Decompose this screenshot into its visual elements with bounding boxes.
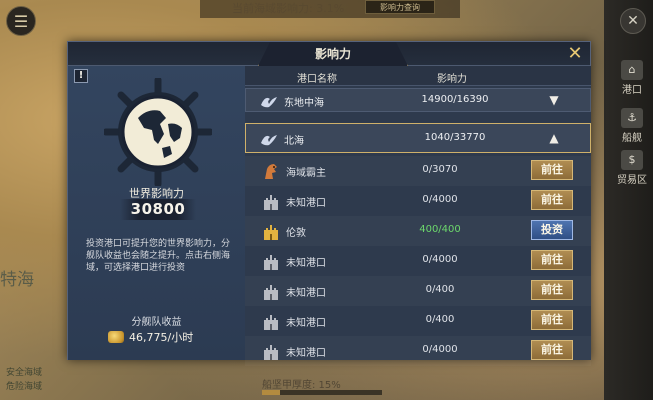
- rail-item-label: 船舰: [622, 133, 642, 144]
- go-to-button[interactable]: 前往: [531, 250, 573, 270]
- sea-name: 北海: [284, 136, 304, 147]
- close-icon: ✕: [627, 13, 639, 29]
- legend-danger: 危险海域: [6, 382, 43, 392]
- port-row[interactable]: 未知港口 0/4000 前往: [245, 246, 591, 276]
- ship-icon: ⚓: [621, 108, 643, 128]
- list-header: 港口名称 影响力: [245, 66, 591, 86]
- map-legend: 安全海域 危险海域: [6, 366, 42, 394]
- rail-item-label: 贸易区: [617, 175, 647, 186]
- castle-icon: [261, 341, 281, 361]
- wave-icon: [261, 97, 277, 108]
- influence-dialog: 影响力 ✕ ! 世界影响力 30800 投资港口可提升您的世界影响力，分舰队收益…: [67, 41, 591, 360]
- castle-icon: [261, 311, 281, 331]
- sea-influence-value: 14900/16390: [421, 94, 489, 105]
- go-to-button[interactable]: 前往: [531, 340, 573, 360]
- menu-button[interactable]: ☰: [6, 6, 36, 36]
- go-to-button[interactable]: 前往: [531, 280, 573, 300]
- port-influence-value: 400/400: [419, 224, 461, 235]
- rail-item-ship[interactable]: ⚓ 船舰: [612, 108, 652, 144]
- port-influence-value: 0/4000: [422, 344, 458, 355]
- world-influence-value: 30800: [120, 199, 196, 220]
- rail-close-button[interactable]: ✕: [620, 8, 646, 34]
- world-influence-panel: ! 世界影响力 30800 投资港口可提升您的世界影响力，分舰队收益也会随之提升…: [68, 66, 245, 360]
- sea-name: 东地中海: [284, 98, 324, 109]
- port-row[interactable]: 海域霸主 0/3070 前往: [245, 156, 591, 186]
- port-icon: ⌂: [621, 60, 643, 80]
- rail-item-trade[interactable]: $ 贸易区: [612, 150, 652, 186]
- go-to-button[interactable]: 前往: [531, 160, 573, 180]
- dialog-title: 影响力: [258, 42, 408, 66]
- influence-query-button[interactable]: 影响力查询: [365, 0, 435, 14]
- port-influence-value: 0/400: [425, 284, 455, 295]
- influence-description: 投资港口可提升您的世界影响力，分舰队收益也会随之提升。点击右侧海域，可选择港口进…: [86, 239, 231, 273]
- invest-button[interactable]: 投资: [531, 220, 573, 240]
- port-influence-value: 0/400: [425, 314, 455, 325]
- port-name: 未知港口: [286, 348, 326, 359]
- port-row[interactable]: 伦敦 400/400 投资: [245, 216, 591, 246]
- dialog-header: 影响力 ✕: [68, 42, 590, 66]
- sea-row-east-mediterranean[interactable]: 东地中海 14900/16390 ▼: [245, 88, 591, 112]
- dialog-close-button[interactable]: ✕: [566, 45, 584, 63]
- port-name: 未知港口: [286, 198, 326, 209]
- close-icon: ✕: [567, 43, 583, 64]
- castle-icon: [261, 251, 281, 271]
- port-row[interactable]: 未知港口 0/4000 前往: [245, 336, 591, 366]
- trade-icon: $: [621, 150, 643, 170]
- port-name: 未知港口: [286, 288, 326, 299]
- go-to-button[interactable]: 前往: [531, 190, 573, 210]
- castle-icon: [261, 191, 281, 211]
- port-row[interactable]: 未知港口 0/400 前往: [245, 306, 591, 336]
- gold-coin-icon: [108, 331, 124, 343]
- column-port-name: 港口名称: [297, 74, 337, 85]
- dragon-icon: [261, 161, 281, 181]
- legend-safe: 安全海域: [6, 368, 43, 378]
- port-influence-value: 0/4000: [422, 254, 458, 265]
- port-name: 海域霸主: [286, 168, 326, 179]
- port-name: 未知港口: [286, 258, 326, 269]
- chevron-down-icon[interactable]: ▼: [546, 91, 562, 109]
- wave-icon: [261, 135, 277, 146]
- castle-icon: [261, 281, 281, 301]
- port-influence-value: 0/3070: [422, 164, 458, 175]
- column-influence: 影响力: [437, 74, 467, 85]
- castle-gold-icon: [261, 221, 281, 241]
- rail-item-port[interactable]: ⌂ 港口: [612, 60, 652, 96]
- rail-item-label: 港口: [622, 85, 642, 96]
- port-name: 伦敦: [286, 228, 306, 239]
- map-progress-bar: [262, 390, 382, 395]
- port-row[interactable]: 未知港口 0/4000 前往: [245, 186, 591, 216]
- map-sea-label: 特海: [0, 270, 34, 290]
- sea-influence-value: 1040/33770: [424, 132, 486, 143]
- fleet-income-label: 分舰队收益: [131, 317, 182, 328]
- port-influence-value: 0/4000: [422, 194, 458, 205]
- map-top-status: 当前海域影响力: 3.1%: [232, 2, 345, 15]
- go-to-button[interactable]: 前往: [531, 310, 573, 330]
- fleet-income: 46,775/小时: [108, 329, 193, 345]
- port-name: 未知港口: [286, 318, 326, 329]
- chevron-up-icon[interactable]: ▲: [546, 129, 562, 147]
- menu-icon: ☰: [13, 11, 29, 31]
- map-progress-fill: [262, 390, 280, 395]
- info-icon[interactable]: !: [74, 69, 88, 83]
- sea-row-north-sea[interactable]: 北海 1040/33770 ▲: [245, 123, 591, 153]
- map-bottom-status: 船坚甲厚度: 15%: [262, 380, 341, 391]
- ship-wheel-globe-icon: [104, 78, 212, 186]
- port-row[interactable]: 未知港口 0/400 前往: [245, 276, 591, 306]
- port-list-panel: 港口名称 影响力 东地中海 14900/16390 ▼ 北海 1040/3377…: [245, 66, 591, 360]
- fleet-income-value: 46,775/小时: [129, 331, 194, 344]
